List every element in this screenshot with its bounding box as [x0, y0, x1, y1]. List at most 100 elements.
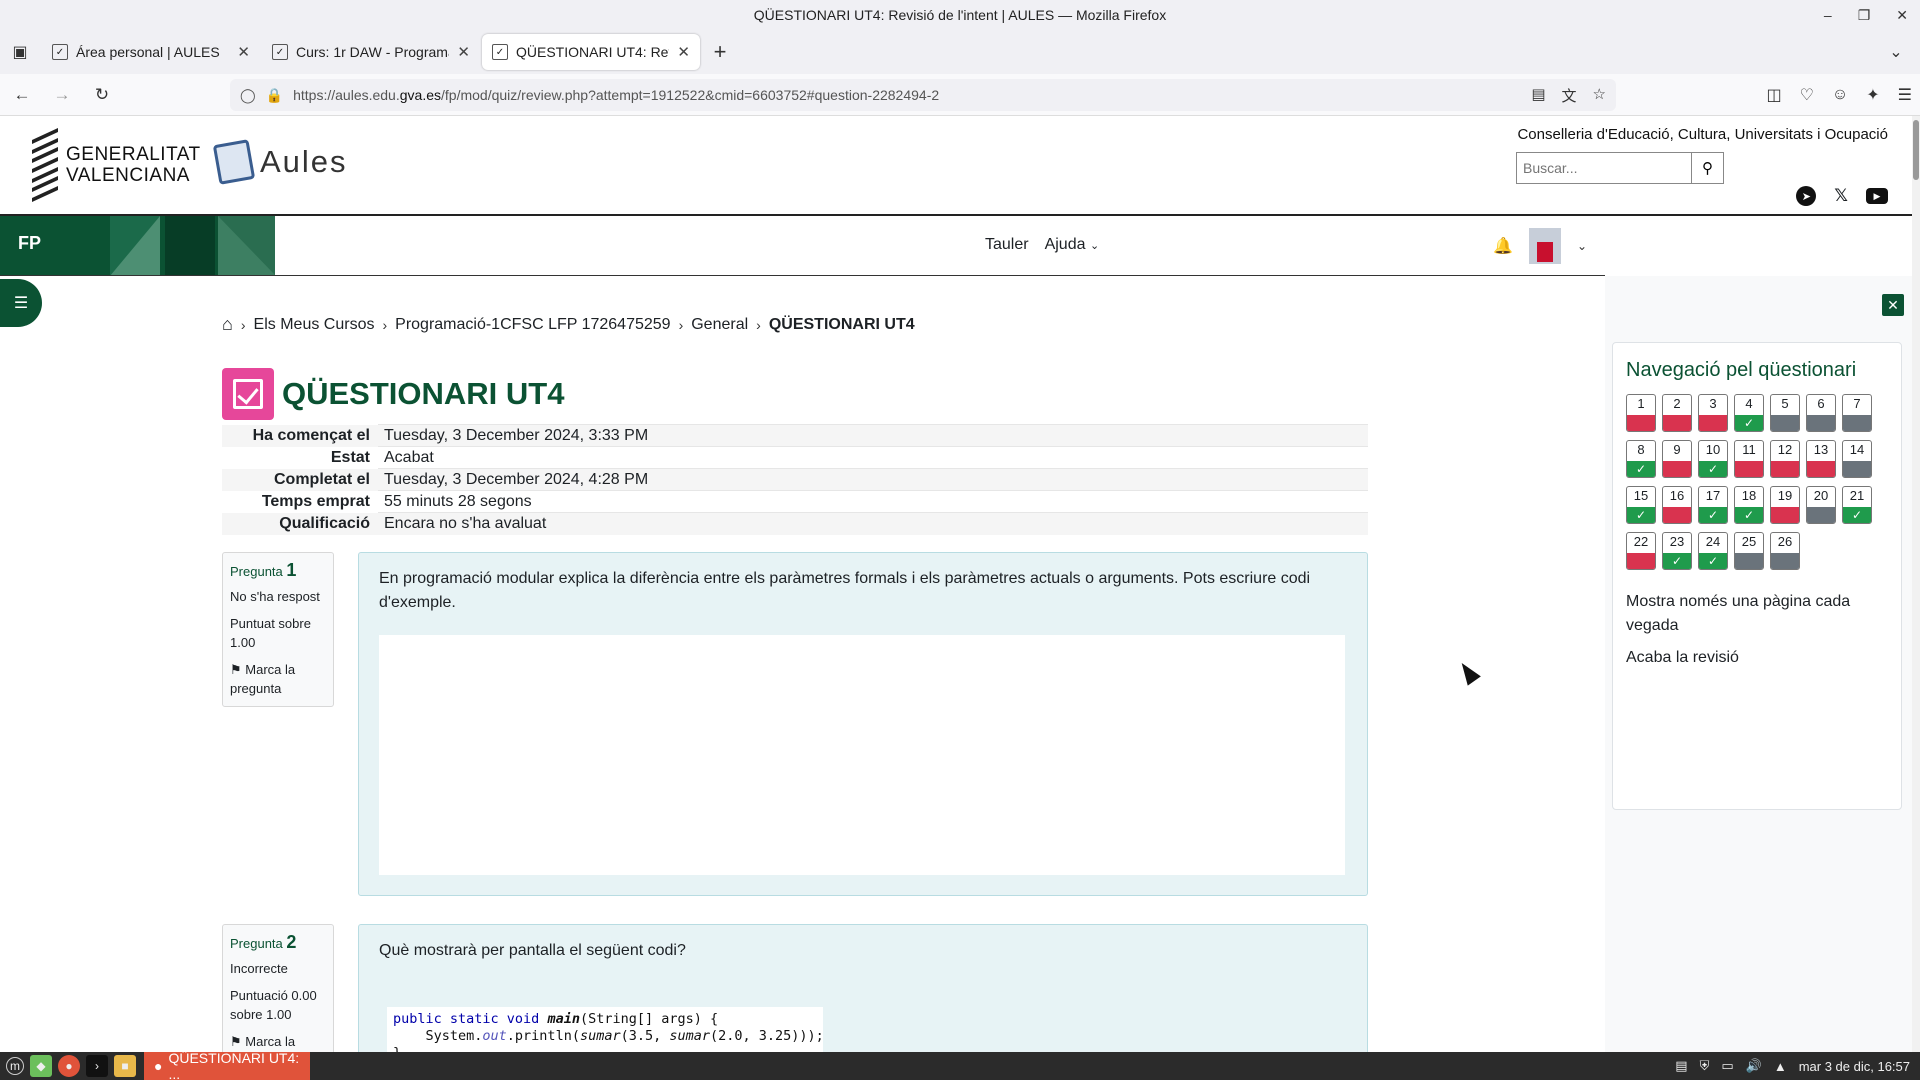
close-tab-icon[interactable]: ✕ [237, 43, 250, 61]
restore-icon[interactable]: ❐ [1858, 7, 1871, 24]
user-avatar[interactable] [1528, 228, 1561, 264]
clock[interactable]: mar 3 de dic, 16:57 [1799, 1059, 1910, 1074]
question-number-label: 5 [1781, 396, 1789, 411]
nav-link-tauler[interactable]: Tauler [985, 236, 1029, 254]
lock-icon[interactable]: 🔒 [266, 87, 283, 104]
quiz-nav-question-1[interactable]: 1 [1626, 394, 1656, 432]
user-menu-chevron-icon[interactable]: ⌄ [1577, 239, 1587, 253]
telegram-icon[interactable]: ➤ [1796, 186, 1817, 206]
quiz-nav-question-17[interactable]: 17 ✓ [1698, 486, 1728, 524]
quiz-nav-question-7[interactable]: 7 [1842, 394, 1872, 432]
quiz-nav-question-25[interactable]: 25 [1734, 532, 1764, 570]
quiz-nav-question-19[interactable]: 19 [1770, 486, 1800, 524]
firefox-view-icon[interactable]: ▣ [0, 30, 40, 74]
app-launcher-icon[interactable]: ◆ [30, 1055, 52, 1077]
breadcrumb-separator-icon: › [240, 316, 246, 333]
flag-question-button[interactable]: ⚑ Marca la [230, 1032, 326, 1051]
browser-tab-questionari[interactable]: ✓ QÜESTIONARI UT4: Revisió ✕ [482, 34, 700, 70]
start-menu-icon[interactable]: m [6, 1057, 24, 1075]
quiz-nav-question-11[interactable]: 11 [1734, 440, 1764, 478]
quiz-nav-question-15[interactable]: 15 ✓ [1626, 486, 1656, 524]
search-input[interactable] [1516, 152, 1692, 184]
files-folder-icon[interactable]: ■ [114, 1055, 136, 1077]
show-one-page-link[interactable]: Mostra només una pàgina cada vegada [1626, 590, 1888, 638]
quiz-nav-question-24[interactable]: 24 ✓ [1698, 532, 1728, 570]
x-twitter-icon[interactable]: 𝕏 [1834, 186, 1848, 206]
quiz-nav-question-9[interactable]: 9 [1662, 440, 1692, 478]
youtube-icon[interactable]: ▶ [1866, 188, 1888, 204]
flag-question-button[interactable]: ⚑ Marca la pregunta [230, 660, 326, 698]
quiz-navigation-grid: 1 2 3 4 ✓ 5 6 7 8 ✓ 9 10 ✓ 11 12 13 14 15 ✓ 16 17 ✓ 18 ✓ 19 20 21 ✓… [1626, 394, 1882, 570]
battery-icon[interactable]: ▭ [1721, 1058, 1733, 1074]
close-tab-icon[interactable]: ✕ [457, 43, 470, 61]
fp-brand-block[interactable]: FP [0, 216, 275, 275]
quiz-nav-question-14[interactable]: 14 [1842, 440, 1872, 478]
home-icon[interactable]: ⌂ [222, 314, 233, 335]
new-tab-icon[interactable]: + [700, 30, 740, 74]
menu-hamburger-icon[interactable]: ☰ [1898, 85, 1912, 105]
close-tab-icon[interactable]: ✕ [677, 43, 690, 61]
pocket-icon[interactable]: ♡ [1800, 85, 1814, 105]
breadcrumb-item-course[interactable]: Programació-1CFSC LFP 1726475259 [395, 316, 670, 334]
account-icon[interactable]: ☺ [1832, 86, 1848, 104]
shield-icon[interactable]: ◯ [240, 87, 256, 104]
browser-tab-area-personal[interactable]: ✓ Área personal | AULES ✕ [42, 34, 260, 70]
notifications-bell-icon[interactable]: 🔔 [1493, 236, 1513, 256]
clipboard-icon[interactable]: ▤ [1675, 1058, 1687, 1074]
quiz-nav-question-6[interactable]: 6 [1806, 394, 1836, 432]
forward-arrow-icon[interactable]: → [44, 79, 80, 111]
quiz-nav-question-4[interactable]: 4 ✓ [1734, 394, 1764, 432]
url-bar[interactable]: ◯ 🔒 https://aules.edu.gva.es/fp/mod/quiz… [230, 79, 1616, 111]
summary-label: Ha començat el [252, 426, 370, 444]
minimize-icon[interactable]: – [1824, 7, 1832, 23]
close-window-icon[interactable]: ✕ [1896, 7, 1908, 24]
translate-icon[interactable]: 文 [1562, 85, 1577, 106]
quiz-nav-question-12[interactable]: 12 [1770, 440, 1800, 478]
finish-review-link[interactable]: Acaba la revisió [1626, 646, 1888, 670]
quiz-nav-question-23[interactable]: 23 ✓ [1662, 532, 1692, 570]
breadcrumb-item-quiz[interactable]: QÜESTIONARI UT4 [769, 316, 915, 334]
volume-icon[interactable]: 🔊 [1746, 1058, 1762, 1074]
question-number-label: 12 [1777, 442, 1793, 457]
course-index-toggle[interactable]: ☰ [0, 279, 42, 327]
wifi-icon[interactable]: ▲ [1774, 1059, 1787, 1074]
generalitat-logo[interactable]: GENERALITAT VALENCIANA [32, 127, 201, 202]
quiz-nav-question-22[interactable]: 22 [1626, 532, 1656, 570]
bookmark-star-icon[interactable]: ☆ [1593, 85, 1606, 106]
page-scrollbar[interactable] [1912, 116, 1920, 1052]
quiz-nav-question-13[interactable]: 13 [1806, 440, 1836, 478]
reader-view-icon[interactable]: ▤ [1531, 85, 1545, 106]
quiz-nav-question-2[interactable]: 2 [1662, 394, 1692, 432]
primary-navigation: FP Tauler Ajuda ⌄ 🔔 ⌄ [0, 216, 1605, 276]
security-shield-icon[interactable]: ⛨ [1700, 1058, 1710, 1074]
breadcrumb-item-general[interactable]: General [691, 316, 748, 334]
quiz-nav-question-8[interactable]: 8 ✓ [1626, 440, 1656, 478]
quiz-nav-question-21[interactable]: 21 ✓ [1842, 486, 1872, 524]
extensions-icon[interactable]: ✦ [1866, 85, 1879, 105]
breadcrumb-item-my-courses[interactable]: Els Meus Cursos [254, 316, 375, 334]
sidebar-icon[interactable]: ◫ [1766, 85, 1781, 105]
terminal-icon[interactable]: › [86, 1055, 108, 1077]
search-button[interactable]: ⚲ [1692, 152, 1724, 184]
browser-tab-curs[interactable]: ✓ Curs: 1r DAW - Programació ✕ [262, 34, 480, 70]
flag-icon: ⚑ [230, 1034, 242, 1049]
close-drawer-button[interactable]: ✕ [1882, 294, 1904, 316]
quiz-nav-question-20[interactable]: 20 [1806, 486, 1836, 524]
quiz-nav-question-18[interactable]: 18 ✓ [1734, 486, 1764, 524]
quiz-nav-question-10[interactable]: 10 ✓ [1698, 440, 1728, 478]
status-indicator [1663, 507, 1691, 523]
reload-icon[interactable]: ↻ [84, 79, 120, 111]
taskbar-window-button[interactable]: ● QÜESTIONARI UT4: ... [144, 1050, 310, 1080]
nav-link-ajuda[interactable]: Ajuda ⌄ [1045, 236, 1100, 254]
quiz-nav-question-3[interactable]: 3 [1698, 394, 1728, 432]
list-all-tabs-icon[interactable]: ⌄ [1876, 30, 1916, 74]
aules-logo[interactable]: Aules [212, 139, 348, 185]
quiz-nav-question-16[interactable]: 16 [1662, 486, 1692, 524]
check-icon: ✓ [1735, 507, 1763, 523]
firefox-icon[interactable]: ● [58, 1055, 80, 1077]
back-arrow-icon[interactable]: ← [4, 79, 40, 111]
quiz-nav-question-5[interactable]: 5 [1770, 394, 1800, 432]
scrollbar-thumb[interactable] [1913, 120, 1919, 180]
quiz-nav-question-26[interactable]: 26 [1770, 532, 1800, 570]
status-indicator [1627, 415, 1655, 431]
